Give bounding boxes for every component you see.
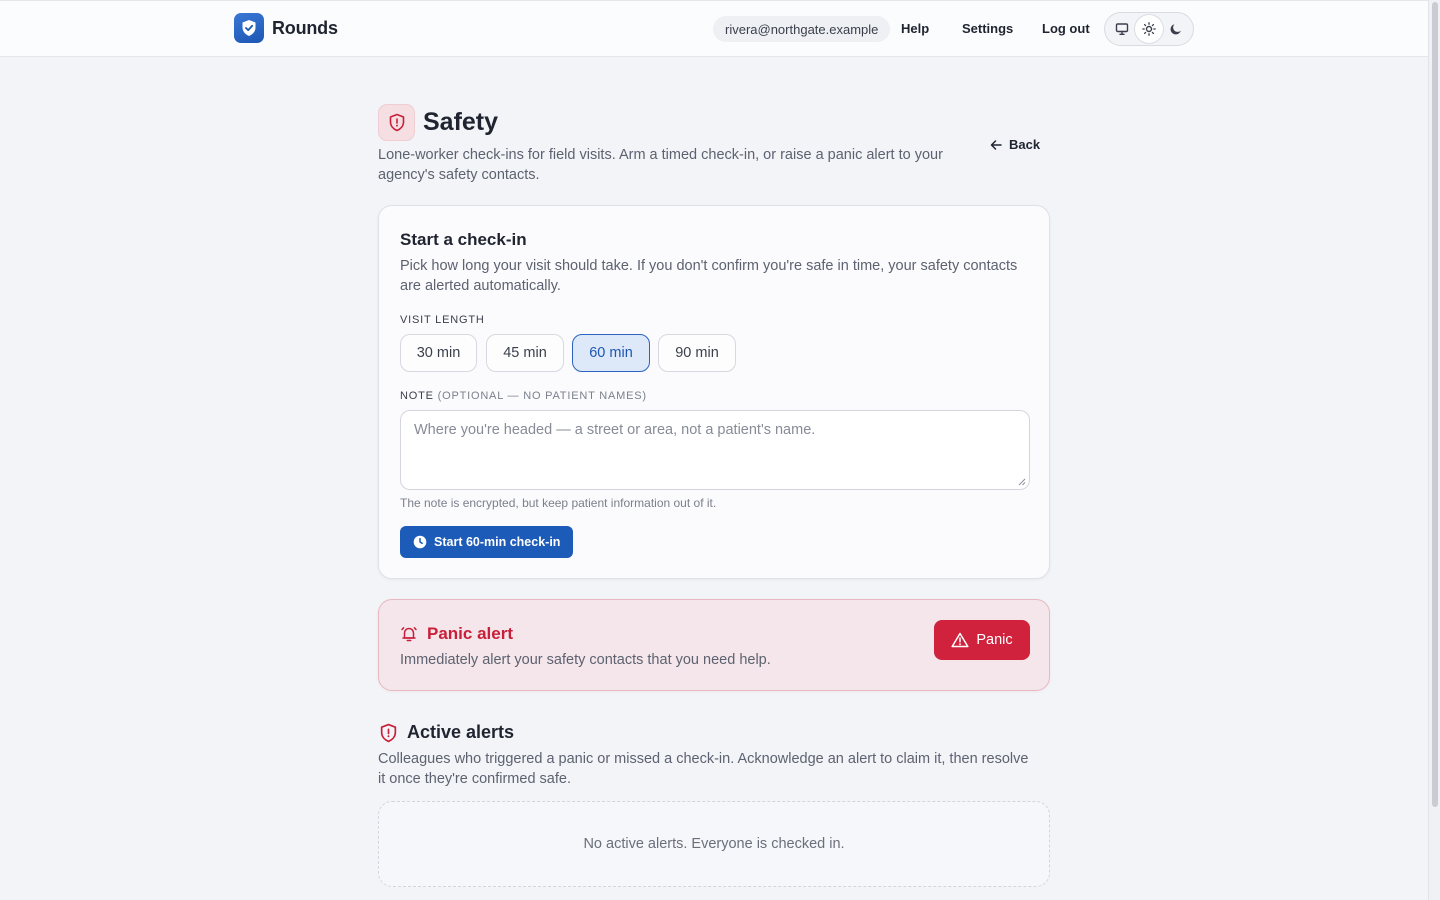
alarm-bell-icon <box>401 627 417 642</box>
shield-alert-icon <box>380 723 397 742</box>
panic-button[interactable]: Panic <box>934 620 1030 660</box>
settings-link[interactable]: Settings <box>962 21 1013 36</box>
scrollbar-thumb[interactable] <box>1432 2 1438 807</box>
note-label-hint: (OPTIONAL — NO PATIENT NAMES) <box>437 390 647 402</box>
visit-length-option-30[interactable]: 30 min <box>400 334 477 372</box>
sun-icon <box>1142 22 1156 36</box>
active-alerts-empty-state: No active alerts. Everyone is checked in… <box>378 801 1050 887</box>
monitor-icon <box>1115 23 1128 35</box>
visit-length-option-45[interactable]: 45 min <box>486 334 564 372</box>
theme-light-button[interactable] <box>1135 15 1163 43</box>
checkin-card: Start a check-in Pick how long your visi… <box>378 205 1050 579</box>
panic-header: Panic alert <box>400 624 513 644</box>
top-bar: Rounds rivera@northgate.example Help Set… <box>0 0 1428 57</box>
visit-length-label: VISIT LENGTH <box>400 314 485 326</box>
theme-system-button[interactable] <box>1108 15 1135 43</box>
visit-length-option-60[interactable]: 60 min <box>572 334 650 372</box>
page-description: Lone-worker check-ins for field visits. … <box>378 147 943 183</box>
visit-length-option-90[interactable]: 90 min <box>658 334 736 372</box>
panic-button-label: Panic <box>976 632 1013 648</box>
theme-toggle <box>1104 12 1194 46</box>
panic-description: Immediately alert your safety contacts t… <box>400 652 771 668</box>
brand-name: Rounds <box>272 17 338 38</box>
help-link[interactable]: Help <box>901 21 929 36</box>
warning-triangle-icon <box>951 632 969 648</box>
safety-shield-icon <box>378 104 415 141</box>
active-alerts-description: Colleagues who triggered a panic or miss… <box>378 751 1029 787</box>
note-label: NOTE (OPTIONAL — NO PATIENT NAMES) <box>400 390 647 402</box>
user-email-badge: rivera@northgate.example <box>713 16 891 42</box>
active-alerts-title: Active alerts <box>407 722 515 742</box>
note-textarea[interactable]: Where you're headed — a street or area, … <box>400 410 1030 490</box>
moon-icon <box>1170 24 1182 35</box>
page-scrollbar[interactable] <box>1428 0 1440 900</box>
panic-title: Panic alert <box>427 624 513 643</box>
shield-check-icon <box>234 13 264 43</box>
theme-dark-button[interactable] <box>1163 15 1190 43</box>
logout-link[interactable]: Log out <box>1042 21 1090 36</box>
checkin-description: Pick how long your visit should take. If… <box>400 258 1018 294</box>
checkin-title: Start a check-in <box>400 230 527 249</box>
page-title: Safety <box>423 108 499 136</box>
arrow-left-icon <box>990 139 1002 150</box>
note-helper-text: The note is encrypted, but keep patient … <box>400 496 717 510</box>
resize-handle-icon[interactable] <box>1018 478 1026 486</box>
note-label-text: NOTE <box>400 390 434 402</box>
note-placeholder: Where you're headed — a street or area, … <box>414 422 816 438</box>
start-checkin-label: Start 60-min check-in <box>434 535 561 549</box>
brand[interactable]: Rounds <box>234 13 338 43</box>
active-alerts-header: Active alerts <box>379 722 514 743</box>
back-link[interactable]: Back <box>989 137 1040 152</box>
back-label: Back <box>1009 137 1041 152</box>
start-checkin-button[interactable]: Start 60-min check-in <box>400 526 574 558</box>
panic-card: Panic alert Immediately alert your safet… <box>378 599 1050 691</box>
clock-icon <box>413 535 427 549</box>
